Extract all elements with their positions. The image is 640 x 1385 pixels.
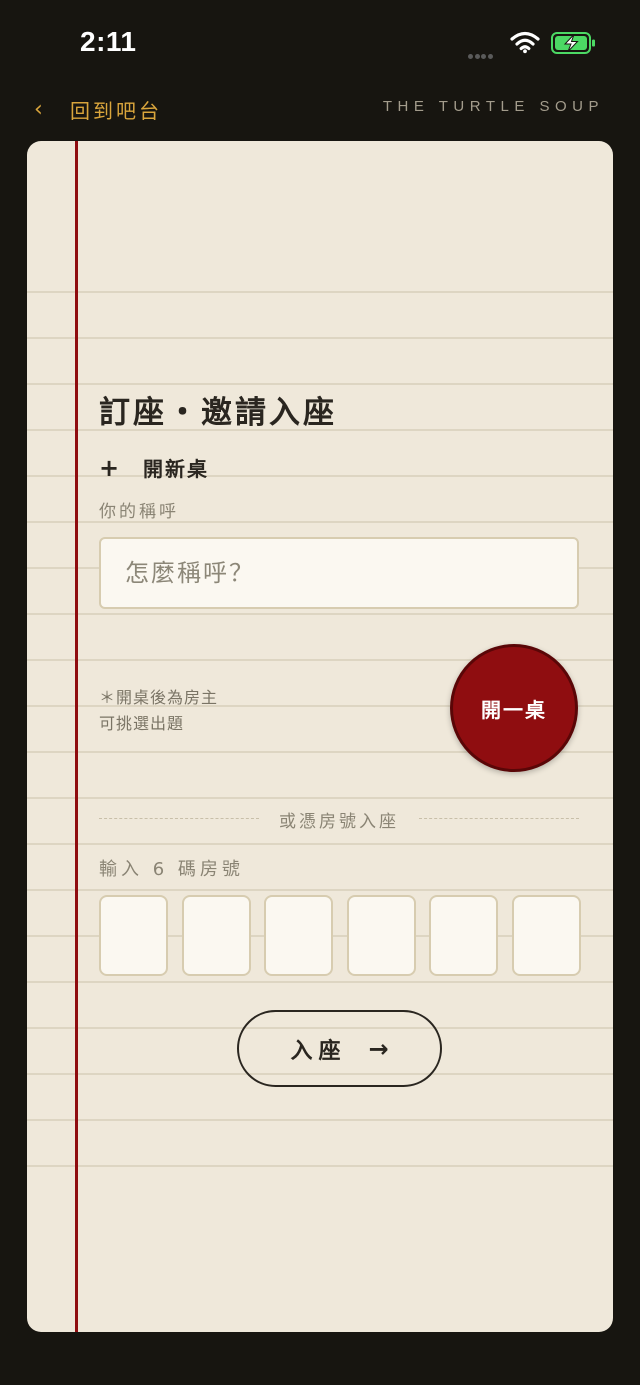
nickname-label: 你的稱呼 (99, 502, 179, 522)
divider-text: 或憑房號入座 (279, 812, 399, 832)
host-note-line: ＊開桌後為房主 (99, 688, 219, 707)
back-label: 回到吧台 (70, 98, 162, 123)
room-code-digit-5[interactable] (429, 895, 499, 976)
ruled-line (27, 843, 613, 845)
host-note: ＊開桌後為房主 可挑選出題 (99, 685, 218, 737)
arrow-right-icon: → (368, 1034, 389, 1063)
new-table-tab[interactable]: + 開新桌 (99, 453, 209, 482)
open-table-button[interactable]: 開一桌 (450, 644, 578, 772)
cellular-signal-icon (468, 44, 494, 63)
ruled-line (27, 291, 613, 293)
ruled-line (27, 383, 613, 385)
nickname-input[interactable] (99, 537, 579, 609)
room-code-digit-3[interactable] (264, 895, 334, 976)
nav-bar: ‹ 回到吧台 THE TURTLE SOUP (0, 88, 640, 128)
ruled-line (27, 797, 613, 799)
margin-line (75, 141, 78, 1332)
plus-icon: + (99, 453, 120, 482)
room-code-digit-1[interactable] (99, 895, 168, 976)
page-title: 訂座・邀請入座 (99, 395, 337, 431)
room-code-input (99, 895, 581, 977)
chevron-left-icon: ‹ (34, 96, 43, 122)
wifi-icon (510, 30, 540, 58)
ruled-line (27, 889, 613, 891)
host-note-line: 可挑選出題 (99, 714, 185, 733)
ruled-line (27, 1119, 613, 1121)
or-divider: 或憑房號入座 (99, 807, 579, 832)
room-code-digit-4[interactable] (346, 895, 416, 976)
ruled-line (27, 613, 613, 615)
status-time: 2:11 (80, 26, 137, 57)
brand-title: THE TURTLE SOUP (382, 98, 604, 115)
ruled-line (27, 337, 613, 339)
room-code-label: 輸入 6 碼房號 (99, 859, 244, 880)
new-table-label: 開新桌 (143, 457, 209, 481)
status-bar: 2:11 (0, 0, 640, 88)
battery-charging-icon (551, 31, 597, 59)
enter-room-button[interactable]: 入座 → (237, 1010, 442, 1087)
ruled-line (27, 981, 613, 983)
back-button[interactable]: ‹ 回到吧台 (34, 94, 162, 124)
reservation-card: 訂座・邀請入座 + 開新桌 你的稱呼 ＊開桌後為房主 可挑選出題 開一桌 或憑房… (27, 141, 613, 1332)
room-code-digit-6[interactable] (512, 895, 581, 976)
room-code-digit-2[interactable] (181, 895, 251, 976)
ruled-line (27, 1165, 613, 1167)
enter-room-label: 入座 (290, 1038, 347, 1064)
